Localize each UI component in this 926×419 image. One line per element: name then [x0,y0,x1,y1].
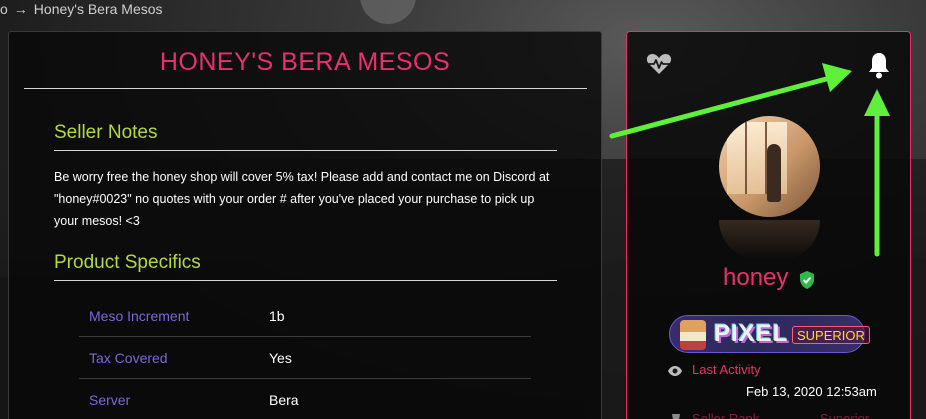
seller-notes-divider [54,150,557,151]
last-activity-label: Last Activity [692,362,761,377]
seller-notes-text: Be worry free the honey shop will cover … [54,166,564,232]
seller-notes-heading: Seller Notes [54,122,158,143]
eye-icon [668,366,682,376]
seller-card: honey PIXEL SUPERIOR Last Activity Feb 1… [626,31,911,419]
table-row: Tax Covered Yes [79,337,531,379]
bell-icon[interactable] [867,51,891,79]
seller-rank-label: Seller Rank [692,411,760,419]
title-divider [24,88,587,89]
seller-username[interactable]: honey [723,264,788,292]
background-moon [360,0,416,24]
spec-value: 1b [269,308,285,324]
seller-notes-line: "honey#0023" no quotes with your order #… [54,192,535,206]
rank-mascot-icon [680,320,706,350]
spec-value: Yes [269,350,292,366]
heart-pulse-icon[interactable] [646,52,672,76]
listing-panel: HONEY'S BERA MESOS Seller Notes Be worry… [8,31,602,419]
seller-notes-line: your mesos! <3 [54,214,140,228]
spec-label: Meso Increment [89,308,190,324]
spec-label: Tax Covered [89,350,168,366]
rank-badge: PIXEL SUPERIOR [669,315,870,353]
table-row: Meso Increment 1b [79,295,531,337]
avatar-reflection [719,220,820,260]
spec-label: Server [89,392,131,408]
product-specifics-divider [54,280,557,281]
product-specifics-heading: Product Specifics [54,252,201,273]
avatar[interactable] [719,116,820,217]
seller-notes-line: Be worry free the honey shop will cover … [54,170,550,184]
breadcrumb: o → Honey's Bera Mesos [0,0,163,18]
rank-tier: SUPERIOR [792,326,870,344]
breadcrumb-current[interactable]: Honey's Bera Mesos [34,1,163,17]
avatar-figure [767,144,781,202]
spec-value: Bera [269,392,299,408]
seller-rank-value: Superior [820,411,870,419]
rank-word: PIXEL [714,320,789,347]
last-activity-value: Feb 13, 2020 12:53am [746,384,877,399]
breadcrumb-prev[interactable]: o [0,1,8,17]
breadcrumb-separator: → [13,1,28,17]
shield-check-icon [800,271,814,289]
listing-title: HONEY'S BERA MESOS [159,48,451,76]
specifics-table: Meso Increment 1b Tax Covered Yes Server… [79,295,531,419]
trophy-icon [672,414,680,419]
table-row: Server Bera [79,379,531,419]
